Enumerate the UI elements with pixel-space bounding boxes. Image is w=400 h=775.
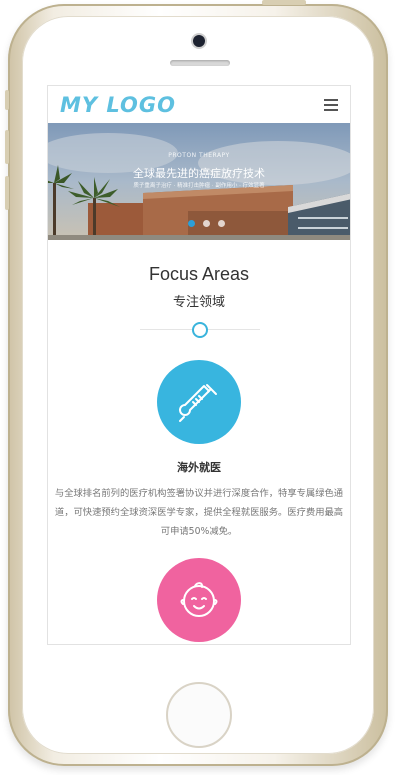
volume-down-button: [5, 176, 9, 210]
hamburger-menu-icon[interactable]: [324, 99, 338, 111]
power-button: [262, 0, 306, 5]
site-logo[interactable]: MY LOGO: [60, 93, 176, 117]
home-button[interactable]: [166, 682, 232, 748]
earpiece-speaker: [170, 60, 230, 66]
carousel-dot-2[interactable]: [203, 220, 210, 227]
thermometer-icon: [179, 384, 217, 422]
service-icon-circle-2[interactable]: [157, 558, 241, 642]
site-header: MY LOGO: [48, 86, 350, 123]
banner-subtitle: 质子重离子治疗 · 精准打击肿瘤 · 副作用小 · 疗效显著: [133, 183, 265, 189]
banner-title: 全球最先进的癌症放疗技术: [133, 167, 265, 180]
baby-face-icon: [180, 582, 218, 617]
phone-screen: MY LOGO PROTON THERAPY 全球最先进的癌症放疗技术 质子重离…: [47, 85, 351, 645]
divider-ring-icon: [192, 322, 208, 338]
carousel-dot-3[interactable]: [218, 220, 225, 227]
volume-up-button: [5, 130, 9, 164]
hero-banner: PROTON THERAPY 全球最先进的癌症放疗技术 质子重离子治疗 · 精准…: [48, 123, 350, 240]
service-description: 与全球排名前列的医疗机构签署协议并进行深度合作，特享专属绿色通道，可快速预约全球…: [54, 488, 344, 537]
front-camera: [193, 35, 205, 47]
carousel-dot-1[interactable]: [188, 220, 195, 227]
service-icon-circle[interactable]: [157, 360, 241, 444]
carousel-pagination: [188, 220, 225, 227]
service-title: 海外就医: [177, 461, 221, 474]
section-divider: [48, 320, 350, 340]
section-subtitle: 专注领域: [172, 295, 225, 310]
section-title: Focus Areas: [148, 264, 250, 284]
banner-kicker: PROTON THERAPY: [168, 152, 230, 159]
mute-switch: [5, 90, 9, 110]
